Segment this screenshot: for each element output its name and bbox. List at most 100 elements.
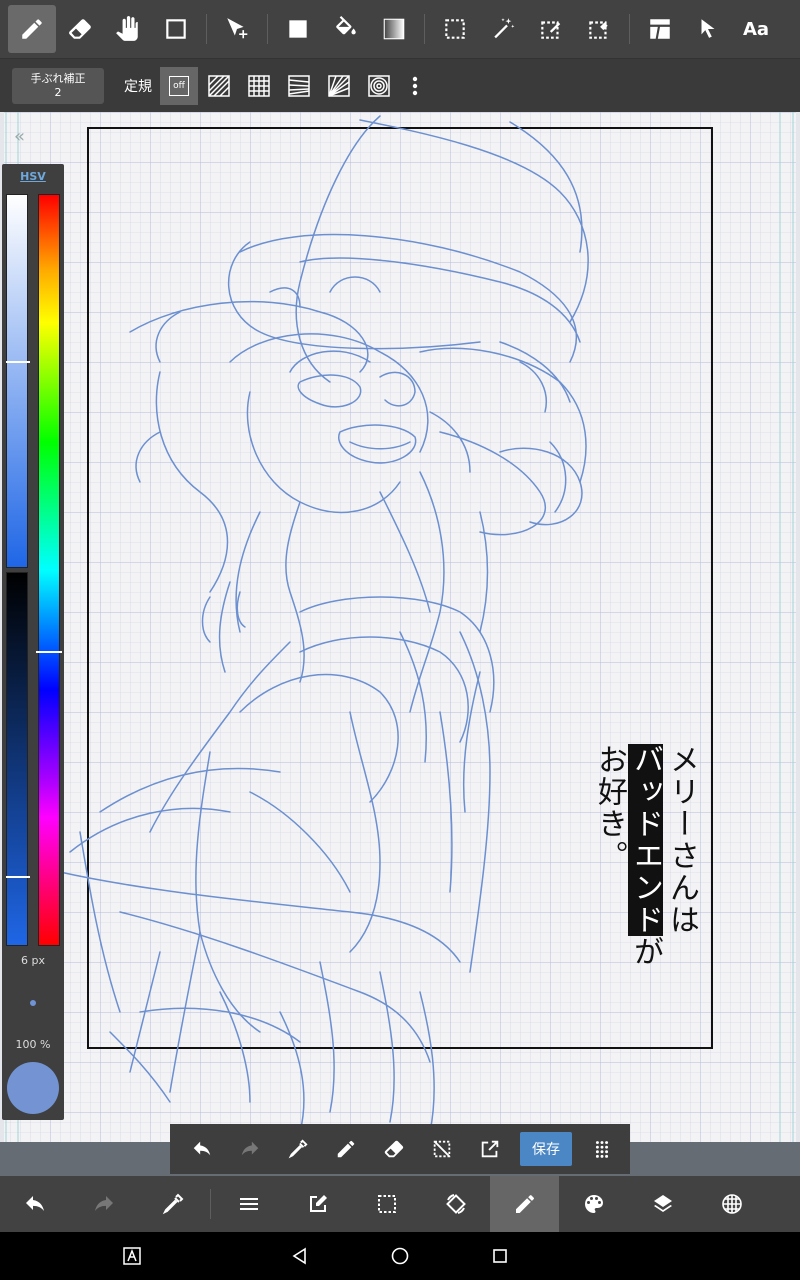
- ruler-off-button[interactable]: off: [160, 66, 198, 105]
- deselect-button[interactable]: [418, 1124, 466, 1174]
- concentric-circles-icon: [368, 74, 390, 97]
- sub-toolbar: 手ぶれ補正 2 定規 off: [0, 58, 800, 112]
- rotate-canvas-icon: [445, 1194, 466, 1214]
- bucket-tool-button[interactable]: [322, 5, 370, 53]
- move-arrows-icon: [227, 18, 248, 39]
- eyedropper-button[interactable]: [138, 1176, 207, 1232]
- redo-icon: [241, 1141, 259, 1156]
- diagonal-lines-icon: [208, 74, 230, 97]
- value-marker[interactable]: [6, 876, 30, 878]
- pen-tool-button[interactable]: [8, 5, 56, 53]
- save-button[interactable]: 保存: [520, 1132, 572, 1166]
- redo-button[interactable]: [226, 1124, 274, 1174]
- title-column-3: お好き。: [592, 744, 627, 872]
- value-slider[interactable]: [6, 572, 28, 946]
- brush-size-label[interactable]: 6 px: [2, 954, 64, 967]
- grid-icon: [248, 74, 270, 97]
- fill-rect-tool-button[interactable]: [274, 5, 322, 53]
- concentric-ruler-button[interactable]: [360, 67, 398, 105]
- drawing-canvas[interactable]: メリーさんは バッドエンドが お好き。 «: [0, 112, 800, 1176]
- title-column-1: メリーさんは: [664, 744, 699, 936]
- external-link-icon: [481, 1140, 499, 1158]
- move-tool-button[interactable]: [213, 5, 261, 53]
- select-pen-tool-button[interactable]: [527, 5, 575, 53]
- eraser-icon: [69, 19, 91, 39]
- floating-toolbar: 保存: [170, 1124, 630, 1174]
- rotate-canvas-button[interactable]: [421, 1176, 490, 1232]
- select-eraser-tool-button[interactable]: [575, 5, 623, 53]
- top-toolbar: Aa: [0, 0, 800, 58]
- stabilizer-value: 2: [54, 85, 62, 99]
- shape-tool-button[interactable]: [152, 5, 200, 53]
- panel-tool-button[interactable]: [636, 5, 684, 53]
- cursor-arrow-icon: [701, 19, 715, 38]
- eraser-tool-button[interactable]: [56, 5, 104, 53]
- back-triangle-icon: [292, 1247, 306, 1265]
- ruler-label: 定規: [124, 78, 152, 95]
- undo-button[interactable]: [178, 1124, 226, 1174]
- radial-ruler-button[interactable]: [320, 67, 358, 105]
- home-button[interactable]: [388, 1244, 412, 1268]
- grid-dots-icon: [595, 1141, 609, 1158]
- undo-icon: [25, 1196, 44, 1211]
- dashed-select-icon: [445, 19, 465, 39]
- recents-button[interactable]: [488, 1244, 512, 1268]
- canvas-artwork: [0, 112, 800, 1176]
- stabilizer-button[interactable]: 手ぶれ補正 2: [12, 67, 104, 104]
- text-tool-button[interactable]: Aa: [732, 5, 780, 53]
- keyboard-a-icon: [123, 1247, 141, 1265]
- grid-ruler-button[interactable]: [240, 67, 278, 105]
- home-circle-icon: [391, 1247, 409, 1265]
- more-options-button[interactable]: [400, 67, 430, 105]
- edit-button[interactable]: [283, 1176, 352, 1232]
- toolbar-separator: [424, 14, 425, 44]
- export-button[interactable]: [466, 1124, 514, 1174]
- back-button[interactable]: [288, 1244, 312, 1268]
- title-column-2: バッドエンドが: [628, 744, 663, 968]
- redo-button[interactable]: [69, 1176, 138, 1232]
- eyedropper-button[interactable]: [274, 1124, 322, 1174]
- gradient-tool-button[interactable]: [370, 5, 418, 53]
- square-outline-icon: [166, 19, 186, 39]
- globe-grid-icon: [721, 1194, 742, 1214]
- select-rect-tool-button[interactable]: [431, 5, 479, 53]
- current-color-swatch[interactable]: [7, 1062, 59, 1114]
- pointer-tool-button[interactable]: [684, 5, 732, 53]
- select-eraser-icon: [589, 21, 608, 39]
- layers-button[interactable]: [628, 1176, 697, 1232]
- hand-tool-button[interactable]: [104, 5, 152, 53]
- saturation-slider[interactable]: [6, 194, 28, 568]
- eraser-quick-button[interactable]: [370, 1124, 418, 1174]
- palette-icon: [584, 1195, 603, 1213]
- magic-wand-icon: [494, 18, 515, 39]
- material-button[interactable]: [697, 1176, 766, 1232]
- undo-button[interactable]: [0, 1176, 69, 1232]
- parallel-ruler-button[interactable]: [200, 67, 238, 105]
- hsv-tab[interactable]: HSV: [2, 170, 64, 183]
- pen-icon: [337, 1140, 355, 1158]
- title-column-2-tail: が: [628, 936, 663, 968]
- paint-bucket-icon: [336, 16, 356, 35]
- ruler-off-icon: off: [169, 75, 189, 96]
- color-palette-button[interactable]: [559, 1176, 628, 1232]
- collapse-panel-button[interactable]: «: [14, 126, 25, 147]
- magic-wand-tool-button[interactable]: [479, 5, 527, 53]
- stabilizer-label: 手ぶれ補正: [30, 71, 86, 85]
- brush-settings-button[interactable]: [490, 1176, 559, 1232]
- undo-icon: [193, 1141, 211, 1156]
- toolbar-handle-button[interactable]: [578, 1124, 626, 1174]
- pen-quick-button[interactable]: [322, 1124, 370, 1174]
- pen-icon: [515, 1195, 534, 1213]
- perspective-ruler-button[interactable]: [280, 67, 318, 105]
- selection-button[interactable]: [352, 1176, 421, 1232]
- app-window: Aa 手ぶれ補正 2 定規 off メリーさんは バッドエンドが お好き。 « …: [0, 0, 800, 1280]
- saturation-marker[interactable]: [6, 361, 30, 363]
- keyboard-switch-button[interactable]: [120, 1244, 144, 1268]
- hue-slider[interactable]: [38, 194, 60, 946]
- toolbar-separator: [267, 14, 268, 44]
- select-pen-icon: [541, 21, 561, 39]
- hue-marker[interactable]: [36, 651, 62, 653]
- menu-button[interactable]: [214, 1176, 283, 1232]
- brush-opacity-label[interactable]: 100 %: [2, 1038, 64, 1051]
- toolbar-separator: [629, 14, 630, 44]
